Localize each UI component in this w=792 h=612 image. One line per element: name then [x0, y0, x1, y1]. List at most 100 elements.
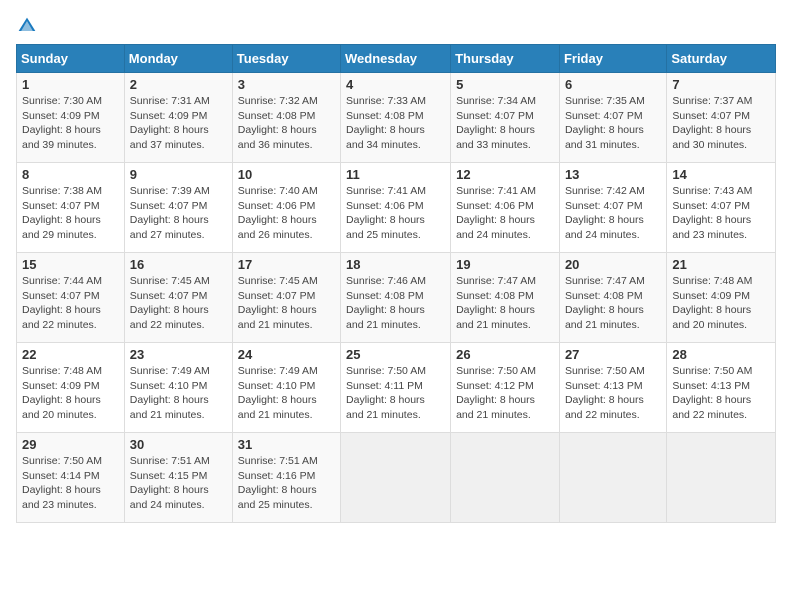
day-number: 23	[130, 347, 227, 362]
day-number: 21	[672, 257, 770, 272]
calendar-cell: 31 Sunrise: 7:51 AMSunset: 4:16 PMDayligh…	[232, 433, 340, 523]
calendar-week-1: 1Sunrise: 7:30 AMSunset: 4:09 PMDaylight…	[17, 73, 776, 163]
weekday-header-thursday: Thursday	[451, 45, 560, 73]
day-info: Sunrise: 7:41 AMSunset: 4:06 PMDaylight:…	[456, 184, 554, 243]
day-info: Sunrise: 7:47 AMSunset: 4:08 PMDaylight:…	[456, 274, 554, 333]
calendar-cell: 16 Sunrise: 7:45 AMSunset: 4:07 PMDayligh…	[124, 253, 232, 343]
calendar-cell: 24 Sunrise: 7:49 AMSunset: 4:10 PMDayligh…	[232, 343, 340, 433]
day-number: 18	[346, 257, 445, 272]
calendar-cell: 27 Sunrise: 7:50 AMSunset: 4:13 PMDayligh…	[559, 343, 666, 433]
calendar-cell: 7 Sunrise: 7:37 AMSunset: 4:07 PMDaylight…	[667, 73, 776, 163]
day-number: 22	[22, 347, 119, 362]
weekday-header-monday: Monday	[124, 45, 232, 73]
day-number: 30	[130, 437, 227, 452]
calendar-cell: 17Sunrise: 7:45 AMSunset: 4:07 PMDayligh…	[232, 253, 340, 343]
logo-icon	[17, 16, 37, 36]
calendar-cell: 22 Sunrise: 7:48 AMSunset: 4:09 PMDayligh…	[17, 343, 125, 433]
weekday-header-row: SundayMondayTuesdayWednesdayThursdayFrid…	[17, 45, 776, 73]
calendar-cell: 13 Sunrise: 7:42 AMSunset: 4:07 PMDayligh…	[559, 163, 666, 253]
calendar-cell	[559, 433, 666, 523]
day-number: 31	[238, 437, 335, 452]
calendar-cell	[667, 433, 776, 523]
day-number: 3	[238, 77, 335, 92]
day-info: Sunrise: 7:47 AMSunset: 4:08 PMDaylight:…	[565, 274, 661, 333]
calendar-cell: 4 Sunrise: 7:33 AMSunset: 4:08 PMDaylight…	[341, 73, 451, 163]
calendar-cell: 8 Sunrise: 7:38 AMSunset: 4:07 PMDaylight…	[17, 163, 125, 253]
day-info: Sunrise: 7:50 AMSunset: 4:13 PMDaylight:…	[565, 364, 661, 423]
day-info: Sunrise: 7:49 AMSunset: 4:10 PMDaylight:…	[130, 364, 227, 423]
day-number: 9	[130, 167, 227, 182]
calendar-week-3: 15Sunrise: 7:44 AMSunset: 4:07 PMDayligh…	[17, 253, 776, 343]
day-info: Sunrise: 7:37 AMSunset: 4:07 PMDaylight:…	[672, 94, 770, 153]
day-number: 6	[565, 77, 661, 92]
calendar-cell: 29 Sunrise: 7:50 AMSunset: 4:14 PMDayligh…	[17, 433, 125, 523]
day-number: 5	[456, 77, 554, 92]
page-header	[16, 16, 776, 36]
day-info: Sunrise: 7:30 AMSunset: 4:09 PMDaylight:…	[22, 94, 119, 153]
day-number: 16	[130, 257, 227, 272]
day-info: Sunrise: 7:50 AMSunset: 4:13 PMDaylight:…	[672, 364, 770, 423]
day-number: 26	[456, 347, 554, 362]
day-number: 20	[565, 257, 661, 272]
day-info: Sunrise: 7:50 AMSunset: 4:14 PMDaylight:…	[22, 454, 119, 513]
day-info: Sunrise: 7:43 AMSunset: 4:07 PMDaylight:…	[672, 184, 770, 243]
calendar-cell: 1Sunrise: 7:30 AMSunset: 4:09 PMDaylight…	[17, 73, 125, 163]
day-info: Sunrise: 7:40 AMSunset: 4:06 PMDaylight:…	[238, 184, 335, 243]
weekday-header-saturday: Saturday	[667, 45, 776, 73]
day-info: Sunrise: 7:34 AMSunset: 4:07 PMDaylight:…	[456, 94, 554, 153]
day-number: 11	[346, 167, 445, 182]
day-number: 4	[346, 77, 445, 92]
calendar-cell: 12Sunrise: 7:41 AMSunset: 4:06 PMDayligh…	[451, 163, 560, 253]
day-info: Sunrise: 7:39 AMSunset: 4:07 PMDaylight:…	[130, 184, 227, 243]
weekday-header-sunday: Sunday	[17, 45, 125, 73]
calendar-cell: 20 Sunrise: 7:47 AMSunset: 4:08 PMDayligh…	[559, 253, 666, 343]
calendar-week-5: 29 Sunrise: 7:50 AMSunset: 4:14 PMDayligh…	[17, 433, 776, 523]
day-number: 27	[565, 347, 661, 362]
calendar-cell: 25Sunrise: 7:50 AMSunset: 4:11 PMDayligh…	[341, 343, 451, 433]
day-number: 10	[238, 167, 335, 182]
day-info: Sunrise: 7:50 AMSunset: 4:12 PMDaylight:…	[456, 364, 554, 423]
day-info: Sunrise: 7:35 AMSunset: 4:07 PMDaylight:…	[565, 94, 661, 153]
calendar-cell: 14 Sunrise: 7:43 AMSunset: 4:07 PMDayligh…	[667, 163, 776, 253]
day-number: 24	[238, 347, 335, 362]
day-number: 15	[22, 257, 119, 272]
day-info: Sunrise: 7:45 AMSunset: 4:07 PMDaylight:…	[130, 274, 227, 333]
day-number: 19	[456, 257, 554, 272]
calendar-cell	[451, 433, 560, 523]
day-number: 13	[565, 167, 661, 182]
weekday-header-tuesday: Tuesday	[232, 45, 340, 73]
day-number: 2	[130, 77, 227, 92]
day-info: Sunrise: 7:51 AMSunset: 4:15 PMDaylight:…	[130, 454, 227, 513]
calendar-week-4: 22 Sunrise: 7:48 AMSunset: 4:09 PMDayligh…	[17, 343, 776, 433]
day-info: Sunrise: 7:42 AMSunset: 4:07 PMDaylight:…	[565, 184, 661, 243]
day-info: Sunrise: 7:31 AMSunset: 4:09 PMDaylight:…	[130, 94, 227, 153]
calendar-cell: 11 Sunrise: 7:41 AMSunset: 4:06 PMDayligh…	[341, 163, 451, 253]
calendar-cell: 2 Sunrise: 7:31 AMSunset: 4:09 PMDaylight…	[124, 73, 232, 163]
day-info: Sunrise: 7:32 AMSunset: 4:08 PMDaylight:…	[238, 94, 335, 153]
day-info: Sunrise: 7:51 AMSunset: 4:16 PMDaylight:…	[238, 454, 335, 513]
day-info: Sunrise: 7:45 AMSunset: 4:07 PMDaylight:…	[238, 274, 335, 333]
calendar-cell: 30 Sunrise: 7:51 AMSunset: 4:15 PMDayligh…	[124, 433, 232, 523]
calendar-cell: 6 Sunrise: 7:35 AMSunset: 4:07 PMDaylight…	[559, 73, 666, 163]
calendar-cell	[341, 433, 451, 523]
calendar-cell: 19 Sunrise: 7:47 AMSunset: 4:08 PMDayligh…	[451, 253, 560, 343]
day-info: Sunrise: 7:48 AMSunset: 4:09 PMDaylight:…	[672, 274, 770, 333]
day-number: 7	[672, 77, 770, 92]
day-number: 14	[672, 167, 770, 182]
day-info: Sunrise: 7:46 AMSunset: 4:08 PMDaylight:…	[346, 274, 445, 333]
calendar-cell: 23 Sunrise: 7:49 AMSunset: 4:10 PMDayligh…	[124, 343, 232, 433]
day-number: 29	[22, 437, 119, 452]
calendar-cell: 9 Sunrise: 7:39 AMSunset: 4:07 PMDaylight…	[124, 163, 232, 253]
calendar-cell: 10 Sunrise: 7:40 AMSunset: 4:06 PMDayligh…	[232, 163, 340, 253]
day-info: Sunrise: 7:50 AMSunset: 4:11 PMDaylight:…	[346, 364, 445, 423]
day-info: Sunrise: 7:49 AMSunset: 4:10 PMDaylight:…	[238, 364, 335, 423]
day-info: Sunrise: 7:33 AMSunset: 4:08 PMDaylight:…	[346, 94, 445, 153]
day-number: 8	[22, 167, 119, 182]
calendar-cell: 15Sunrise: 7:44 AMSunset: 4:07 PMDayligh…	[17, 253, 125, 343]
day-info: Sunrise: 7:41 AMSunset: 4:06 PMDaylight:…	[346, 184, 445, 243]
day-info: Sunrise: 7:48 AMSunset: 4:09 PMDaylight:…	[22, 364, 119, 423]
day-info: Sunrise: 7:38 AMSunset: 4:07 PMDaylight:…	[22, 184, 119, 243]
day-number: 28	[672, 347, 770, 362]
weekday-header-wednesday: Wednesday	[341, 45, 451, 73]
weekday-header-friday: Friday	[559, 45, 666, 73]
